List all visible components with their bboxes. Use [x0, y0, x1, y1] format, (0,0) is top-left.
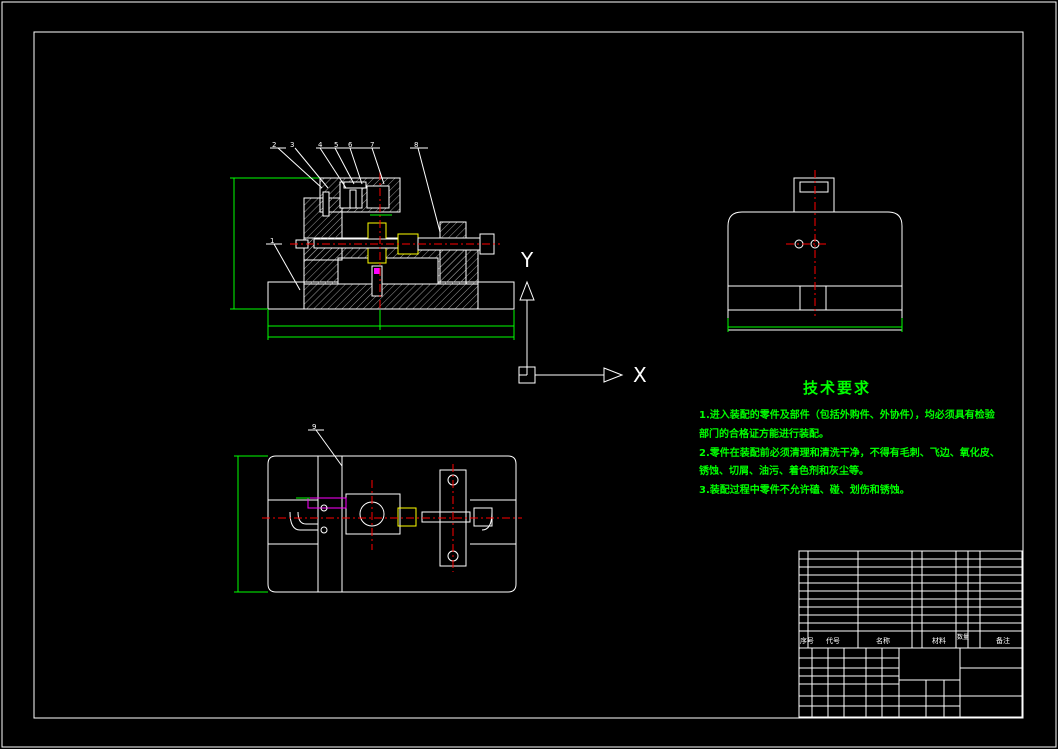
- tech-requirement-line-2: 部门的合格证方能进行装配。: [699, 429, 829, 440]
- cad-drawing: [1, 1, 1057, 748]
- balloon-5: 5: [334, 141, 339, 149]
- top-centerlines: [262, 464, 522, 572]
- front-view: [267, 172, 515, 310]
- tech-requirement-line-4: 锈蚀、切屑、油污、着色剂和灰尘等。: [699, 466, 869, 477]
- balloon-7: 7: [370, 141, 375, 149]
- tech-requirement-line-5: 3.装配过程中零件不允许磕、碰、划伤和锈蚀。: [699, 485, 910, 496]
- bom-header-qty: 数量: [957, 634, 970, 641]
- balloon-2: 2: [272, 141, 277, 149]
- y-axis-label: Y: [521, 248, 534, 272]
- top-dimensions: [234, 455, 310, 593]
- balloon-9: 9: [312, 423, 317, 431]
- balloon-3: 3: [290, 141, 295, 149]
- top-view: [267, 455, 517, 593]
- tech-requirement-line-3: 2.零件在装配前必须清理和清洗干净，不得有毛刺、飞边、氧化皮、: [699, 448, 1000, 459]
- bom-header-name: 名称: [876, 637, 890, 645]
- ucs-icon: [518, 280, 624, 384]
- balloon-8: 8: [414, 141, 419, 149]
- title-block: [798, 550, 1023, 718]
- outer-frame: [1, 1, 1057, 748]
- tech-requirements-title: 技术要求: [803, 379, 872, 397]
- x-axis-label: X: [633, 363, 647, 387]
- bom-header-seq: 序号: [800, 637, 814, 645]
- balloon-6: 6: [348, 141, 353, 149]
- tech-requirement-line-1: 1.进入装配的零件及部件（包括外购件、外协件），均必须具有检验: [699, 410, 995, 421]
- bom-header-remark: 备注: [996, 637, 1010, 645]
- balloon-1: 1: [270, 237, 275, 245]
- balloon-4: 4: [318, 141, 323, 149]
- bom-header-code: 代号: [826, 637, 840, 645]
- bom-header-material: 材料: [932, 637, 946, 645]
